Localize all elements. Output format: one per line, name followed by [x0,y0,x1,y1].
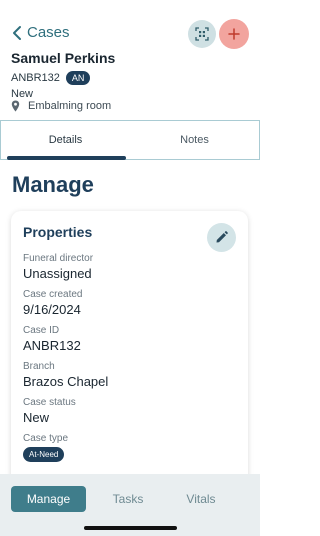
field-case-created: Case created 9/16/2024 [23,289,82,317]
location-pin-icon [11,100,20,112]
case-type-badge: AN [65,71,91,85]
qr-scan-icon [195,27,209,41]
back-to-cases-link[interactable]: Cases [12,24,70,41]
field-case-type: Case type At-Need [23,433,68,462]
nav-vitals[interactable]: Vitals [170,486,232,512]
page-title: Manage [12,172,94,197]
pencil-icon [216,231,228,243]
active-tab-indicator [7,156,126,160]
field-label: Branch [23,361,55,372]
case-type-value-badge: At-Need [23,447,65,462]
properties-card: Properties Funeral director Unassigned C… [11,211,248,491]
properties-title: Properties [23,224,93,240]
location-label: Embalming room [28,100,112,112]
edit-properties-button[interactable] [207,223,236,252]
field-label: Case ID [23,325,60,336]
field-value: New [23,410,50,425]
decedent-name: Samuel Perkins [11,50,116,66]
case-id-row: ANBR132 AN [11,71,91,85]
field-value: Unassigned [23,266,92,281]
add-button[interactable] [219,19,249,49]
location-row: Embalming room [11,100,111,112]
field-label: Funeral director [23,253,94,264]
field-branch: Branch Brazos Chapel [23,361,108,389]
field-label: Case created [23,289,83,300]
home-indicator [84,526,177,530]
case-id: ANBR132 [11,72,60,84]
case-status: New [11,88,34,100]
field-case-status: Case status New [23,397,76,425]
nav-tasks[interactable]: Tasks [95,486,161,512]
nav-manage[interactable]: Manage [11,486,86,512]
back-label: Cases [27,24,70,41]
field-label: Case type [23,433,69,444]
chevron-left-icon [13,25,21,40]
field-label: Case status [23,397,76,408]
case-detail-screen: Cases Samuel Perkins ANBR132 AN New Emba… [0,0,260,536]
plus-icon [228,28,240,40]
field-value: ANBR132 [23,338,81,353]
tab-notes[interactable]: Notes [130,121,259,159]
field-funeral-director: Funeral director Unassigned [23,253,93,281]
scan-button[interactable] [188,20,216,48]
detail-tabs: Details Notes [0,120,260,160]
field-value: 9/16/2024 [23,302,81,317]
tab-details[interactable]: Details [1,121,130,159]
field-case-id: Case ID ANBR132 [23,325,81,353]
field-value: Brazos Chapel [23,374,109,389]
